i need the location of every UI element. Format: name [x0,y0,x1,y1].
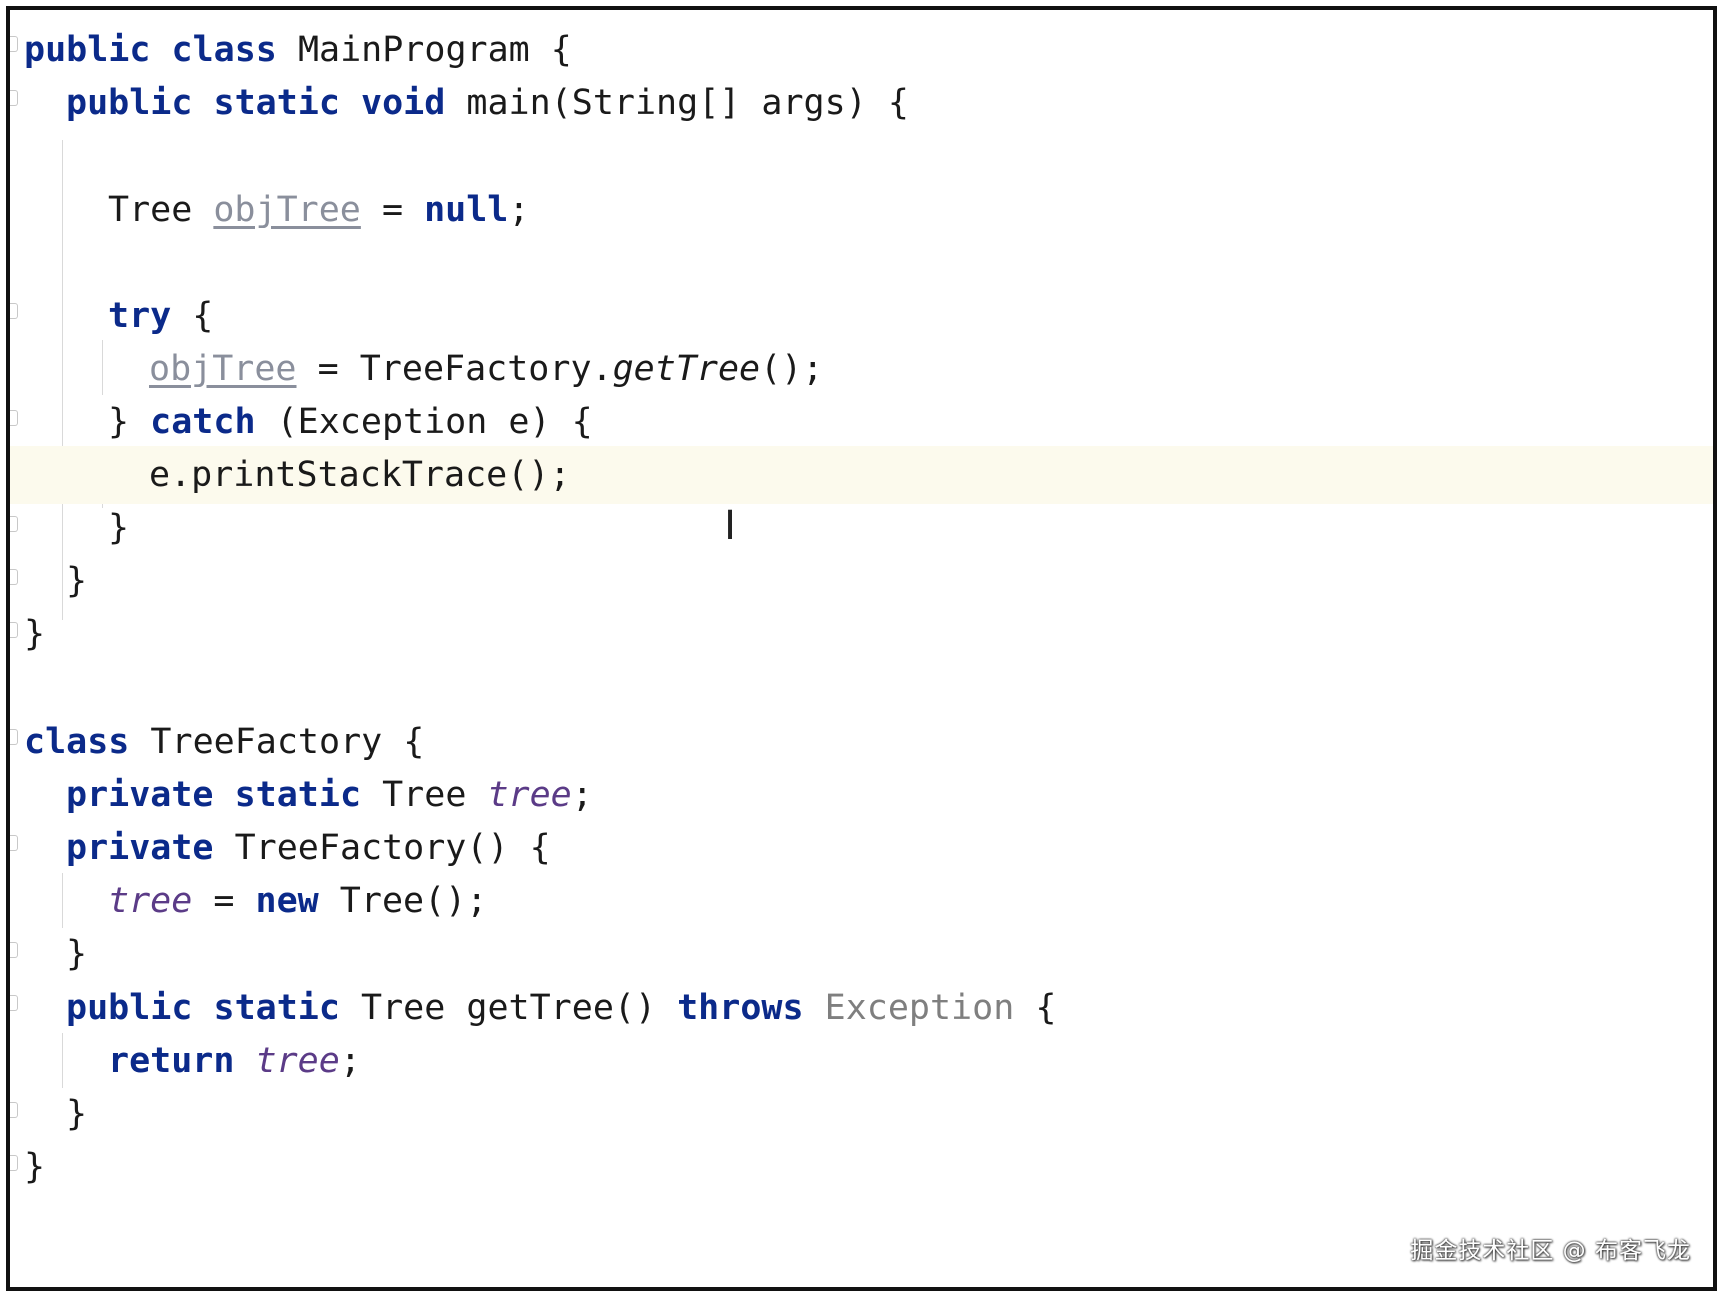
code-line[interactable]: tree = new Tree(); [10,872,1713,930]
exception-type: Exception [803,988,1015,1028]
method-signature: Tree getTree() [339,988,678,1028]
code-line[interactable]: public static void main(String[] args) { [10,74,1713,132]
keyword-null: null [424,190,509,230]
static-field-tree: tree [487,775,572,815]
semicolon: ; [508,190,530,230]
keyword-new: new [255,881,319,921]
keyword-try: try [108,296,172,336]
brace: } [108,402,151,442]
code-line[interactable]: } [10,605,1713,663]
code-line[interactable]: private static Tree tree; [10,766,1713,824]
code-line[interactable]: } [10,1138,1713,1196]
variable-objtree: objTree [149,349,297,389]
operator: = [192,881,256,921]
semicolon: ; [571,775,593,815]
static-field-tree: tree [255,1041,340,1081]
method-call-gettree: getTree [612,349,761,389]
keyword-catch: catch [150,402,256,442]
code-line[interactable]: } [10,552,1713,610]
code-line[interactable]: } [10,925,1713,983]
static-field-tree: tree [108,881,193,921]
keyword-class: class [171,30,277,70]
keyword-static: static [234,775,362,815]
keyword-return: return [108,1041,235,1081]
catch-clause: (Exception e) { [255,402,593,442]
code-line[interactable]: } [10,1085,1713,1143]
brace: { [171,296,214,336]
keyword-public: public [66,83,193,123]
keyword-public: public [24,30,151,70]
constructor-declaration: TreeFactory() { [213,828,551,868]
type-name: Tree [108,190,214,230]
method-signature: main(String[] args) { [445,83,909,123]
closing-brace: } [66,1094,88,1134]
code-line[interactable]: public class MainProgram { [10,21,1713,79]
code-line[interactable]: try { [10,287,1713,345]
class-declaration: TreeFactory { [129,722,425,762]
class-declaration: MainProgram { [276,30,572,70]
keyword-class: class [24,722,130,762]
closing-brace: } [24,614,46,654]
closing-brace: } [66,561,88,601]
variable-objtree: objTree [213,190,361,230]
code-line[interactable]: return tree; [10,1032,1713,1090]
keyword-public: public [66,988,193,1028]
assignment: = TreeFactory. [296,349,613,389]
code-line[interactable]: } [10,499,1713,557]
print-stack-trace: e.printStackTrace(); [149,455,571,495]
code-line[interactable]: Tree objTree = null; [10,181,1713,239]
code-line[interactable]: private TreeFactory() { [10,819,1713,877]
call-parens: (); [760,349,824,389]
keyword-throws: throws [677,988,804,1028]
keyword-static: static [213,988,340,1028]
keyword-void: void [361,83,446,123]
code-line[interactable]: class TreeFactory { [10,713,1713,771]
brace: { [1014,988,1057,1028]
semicolon: ; [339,1041,361,1081]
operator: = [360,190,425,230]
code-line[interactable]: objTree = TreeFactory.getTree(); [10,340,1713,398]
keyword-private: private [66,775,214,815]
code-editor[interactable]: public class MainProgram { public static… [10,10,1713,1287]
text-cursor-icon: I [724,503,736,549]
closing-brace: } [66,934,88,974]
editor-frame: public class MainProgram { public static… [6,6,1717,1291]
closing-brace: } [108,508,130,548]
keyword-private: private [66,828,214,868]
current-code-line[interactable]: e.printStackTrace(); [10,446,1713,504]
code-line[interactable]: } catch (Exception e) { [10,393,1713,451]
watermark: 掘金技术社区 @ 布客飞龙 [1410,1238,1691,1264]
keyword-static: static [213,83,340,123]
code-line[interactable]: public static Tree getTree() throws Exce… [10,979,1713,1037]
type-name: Tree [361,775,488,815]
constructor-call: Tree(); [318,881,488,921]
closing-brace: } [24,1147,46,1187]
